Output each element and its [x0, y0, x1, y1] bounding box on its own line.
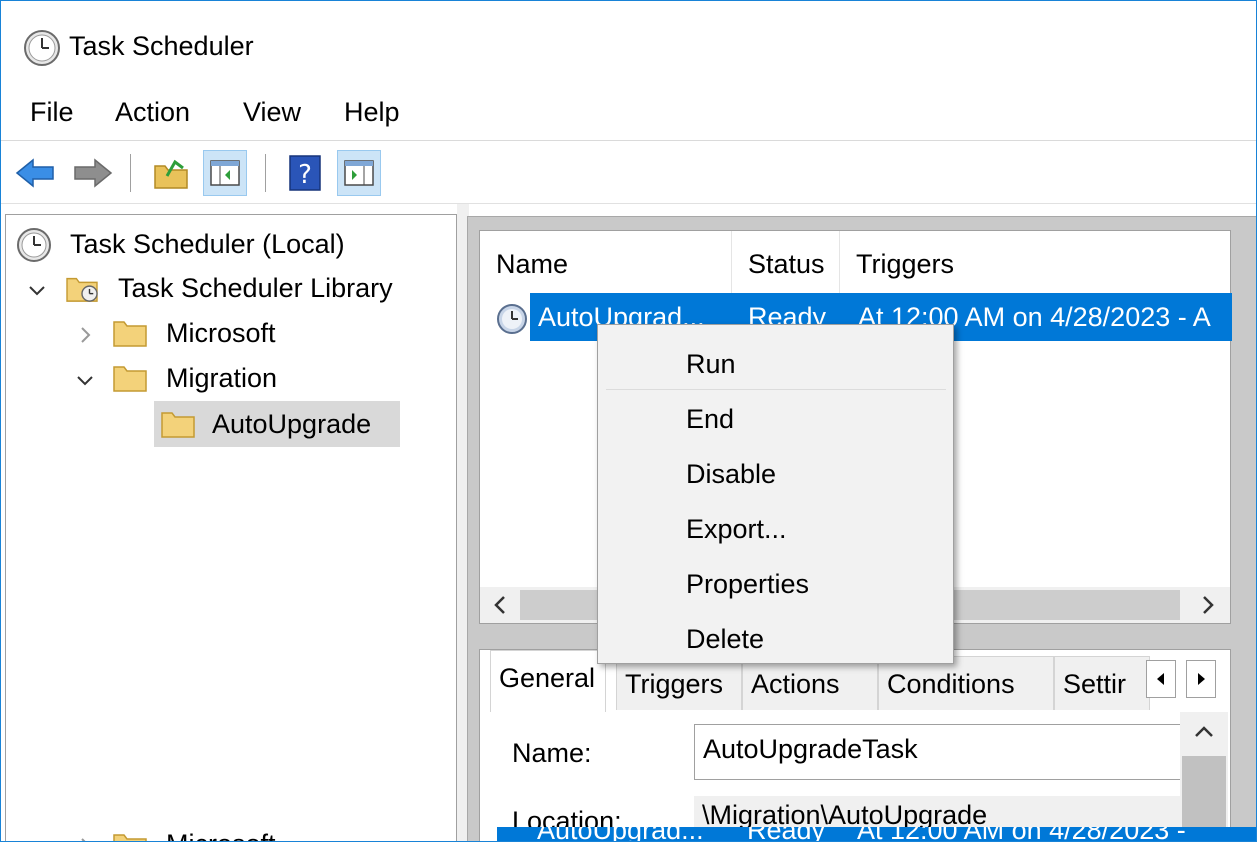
menu-help[interactable]: Help [342, 97, 402, 128]
chevron-down-icon[interactable] [74, 369, 96, 391]
back-arrow-icon [15, 158, 54, 188]
context-menu-properties[interactable]: Properties [602, 557, 949, 605]
menu-view[interactable]: View [241, 97, 303, 128]
back-button[interactable] [13, 150, 57, 196]
chevron-down-icon[interactable] [26, 279, 48, 301]
toolbar: ? [1, 142, 1256, 204]
column-header-triggers[interactable]: Triggers [840, 231, 1232, 295]
context-menu-run[interactable]: Run [602, 337, 949, 385]
context-menu-end[interactable]: End [602, 392, 949, 440]
tree-item-microsoft[interactable]: Microsoft [16, 312, 436, 354]
context-menu-export[interactable]: Export... [602, 502, 949, 550]
tree-item-label: Task Scheduler (Local) [70, 229, 345, 259]
help-icon: ? [289, 155, 321, 191]
context-menu-disable[interactable]: Disable [602, 447, 949, 495]
svg-text:?: ? [298, 160, 312, 190]
tab-settings[interactable]: Settir [1054, 656, 1150, 710]
column-header-status[interactable]: Status [732, 231, 840, 295]
chevron-right-icon [81, 838, 86, 841]
tree-item-label: Task Scheduler Library [118, 273, 393, 303]
tab-scroll-left-button[interactable] [1146, 660, 1176, 698]
tree-item-label: Migration [166, 363, 278, 393]
toolbar-separator [265, 154, 266, 192]
show-hide-console-tree-icon [210, 160, 240, 186]
vertical-scrollbar[interactable] [1180, 712, 1228, 841]
clock-icon [24, 30, 60, 66]
menu-action[interactable]: Action [113, 97, 192, 128]
chevron-right-icon[interactable] [74, 324, 96, 346]
folder-icon [113, 834, 147, 841]
name-label: Name: [512, 738, 592, 768]
help-button[interactable]: ? [284, 150, 328, 196]
scroll-left-icon[interactable] [486, 593, 514, 617]
task-scheduler-window: Task Scheduler File Action View Help ? T… [0, 0, 1257, 842]
tree-item-library[interactable]: Task Scheduler Library [16, 267, 436, 309]
menu-bar: File Action View Help [1, 87, 1256, 141]
tree-item-ghost: Microsoft [16, 827, 436, 841]
title-bar: Task Scheduler [1, 1, 1256, 87]
context-menu-separator [606, 389, 946, 390]
show-hide-action-pane-icon [344, 160, 374, 186]
tree-item-label: Microsoft [166, 318, 276, 348]
up-folder-icon [154, 159, 188, 189]
task-details-pane: General Triggers Actions Conditions Sett… [479, 649, 1231, 841]
clock-icon [17, 228, 51, 262]
tab-conditions[interactable]: Conditions [878, 656, 1054, 710]
up-folder-button[interactable] [149, 150, 193, 196]
forward-arrow-icon [74, 158, 113, 188]
show-hide-console-tree-button[interactable] [203, 150, 247, 196]
folder-icon [161, 412, 195, 438]
tree-item-label: Microsoft [166, 829, 276, 841]
tree-item-autoupgrade[interactable]: AutoUpgrade [16, 403, 436, 445]
tab-triggers[interactable]: Triggers [616, 656, 742, 710]
tab-scroll-right-button[interactable] [1186, 660, 1216, 698]
forward-button[interactable] [71, 150, 115, 196]
task-clock-icon [497, 304, 527, 334]
triangle-right-icon [1198, 673, 1205, 685]
column-header-name[interactable]: Name [480, 231, 732, 295]
tree-item-root[interactable]: Task Scheduler (Local) [16, 223, 436, 265]
console-tree[interactable]: Task Scheduler (Local) Task Scheduler Li… [5, 214, 457, 841]
show-hide-action-pane-button[interactable] [337, 150, 381, 196]
tab-actions[interactable]: Actions [742, 656, 878, 710]
tab-general[interactable]: General [490, 650, 606, 712]
task-name-field[interactable]: AutoUpgradeTask [694, 724, 1184, 780]
scroll-up-icon[interactable] [1192, 722, 1216, 742]
tree-item-migration[interactable]: Migration [16, 357, 436, 399]
scroll-right-icon[interactable] [1194, 593, 1222, 617]
menu-file[interactable]: File [28, 97, 76, 128]
window-title: Task Scheduler [69, 31, 254, 61]
dragged-row-ghost: AutoUpgrad... Ready At 12:00 AM on 4/28/… [497, 827, 1256, 841]
context-menu-delete[interactable]: Delete [602, 612, 949, 660]
context-menu: Run End Disable Export... Properties Del… [597, 324, 954, 664]
toolbar-separator [130, 154, 131, 192]
scheduler-folder-icon [66, 277, 98, 302]
triangle-left-icon [1157, 673, 1164, 685]
folder-icon [113, 321, 147, 347]
folder-icon [113, 366, 147, 392]
tree-item-label: AutoUpgrade [212, 409, 372, 439]
